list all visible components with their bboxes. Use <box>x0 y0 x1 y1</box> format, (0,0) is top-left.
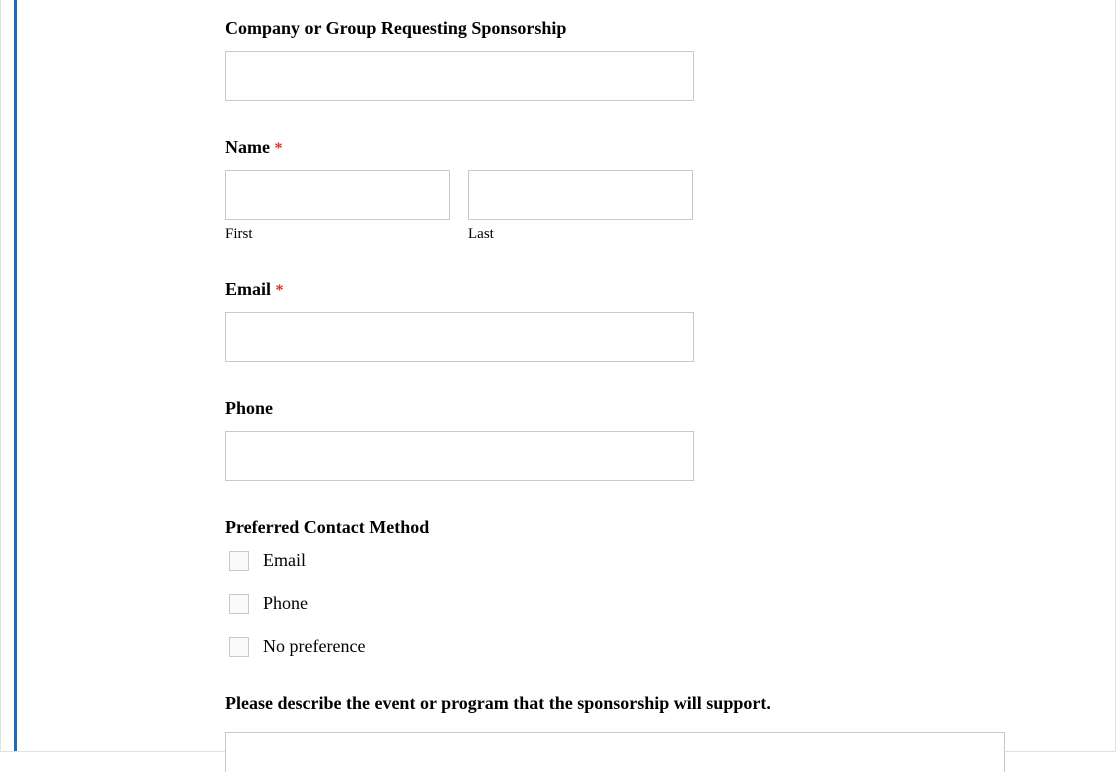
contact-option-nopref: No preference <box>225 636 1115 657</box>
last-sublabel: Last <box>468 226 693 243</box>
field-company: Company or Group Requesting Sponsorship <box>225 18 1115 101</box>
name-row: First Last <box>225 170 1115 243</box>
first-name-input[interactable] <box>225 170 450 220</box>
company-input[interactable] <box>225 51 694 101</box>
contact-nopref-label[interactable]: No preference <box>263 636 365 657</box>
accent-bar <box>14 0 17 751</box>
email-label-text: Email <box>225 279 271 299</box>
field-email: Email * <box>225 279 1115 362</box>
field-phone: Phone <box>225 398 1115 481</box>
phone-label: Phone <box>225 398 1115 419</box>
name-label-text: Name <box>225 137 270 157</box>
company-label: Company or Group Requesting Sponsorship <box>225 18 1115 39</box>
field-describe: Please describe the event or program tha… <box>225 693 1115 772</box>
first-sublabel: First <box>225 226 450 243</box>
form-content: Company or Group Requesting Sponsorship … <box>1 0 1115 772</box>
email-label: Email * <box>225 279 1115 300</box>
form-page: Company or Group Requesting Sponsorship … <box>0 0 1116 752</box>
contact-method-options: Email Phone No preference <box>225 550 1115 657</box>
email-input[interactable] <box>225 312 694 362</box>
name-last-col: Last <box>468 170 693 243</box>
contact-email-label[interactable]: Email <box>263 550 306 571</box>
required-indicator: * <box>276 282 284 299</box>
contact-nopref-checkbox[interactable] <box>229 637 249 657</box>
name-label: Name * <box>225 137 1115 158</box>
contact-option-phone: Phone <box>225 593 1115 614</box>
last-name-input[interactable] <box>468 170 693 220</box>
describe-textarea[interactable] <box>225 732 1005 772</box>
contact-phone-checkbox[interactable] <box>229 594 249 614</box>
contact-method-label: Preferred Contact Method <box>225 517 1115 538</box>
field-contact-method: Preferred Contact Method Email Phone No … <box>225 517 1115 657</box>
contact-phone-label[interactable]: Phone <box>263 593 308 614</box>
contact-option-email: Email <box>225 550 1115 571</box>
name-first-col: First <box>225 170 450 243</box>
describe-label: Please describe the event or program tha… <box>225 693 1115 714</box>
required-indicator: * <box>274 140 282 157</box>
phone-input[interactable] <box>225 431 694 481</box>
contact-email-checkbox[interactable] <box>229 551 249 571</box>
field-name: Name * First Last <box>225 137 1115 243</box>
